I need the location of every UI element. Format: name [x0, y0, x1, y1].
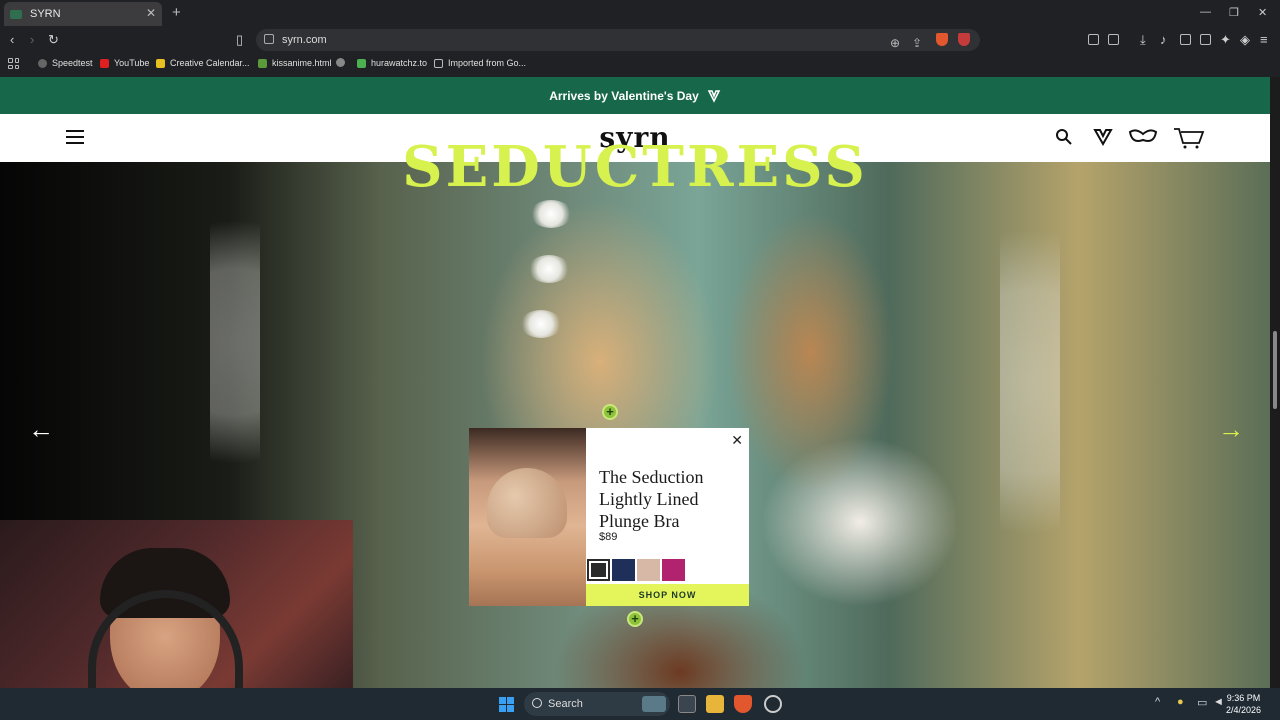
minimize-icon[interactable]: — — [1200, 6, 1211, 18]
network-icon[interactable]: ▭ — [1197, 696, 1207, 709]
browser-tab-bar: SYRN ✕ + — ❐ ✕ — [0, 0, 1280, 26]
youtube-icon — [100, 58, 109, 68]
brave-rewards-icon[interactable] — [958, 33, 970, 46]
brave-shields-icon[interactable] — [936, 33, 948, 46]
blurred-bulbs — [1000, 182, 1060, 582]
bookmark-imported-folder[interactable]: Imported from Go... — [434, 58, 526, 68]
microphone-icon[interactable]: ● — [1177, 696, 1184, 708]
task-view-icon[interactable] — [678, 695, 696, 713]
arrow-left-icon[interactable]: ← — [28, 414, 54, 445]
product-title[interactable]: The Seduction Lightly Lined Plunge Bra — [599, 466, 729, 532]
wallet-icon[interactable] — [1200, 34, 1211, 45]
back-icon[interactable]: ‹ — [10, 32, 14, 47]
tab-close-icon[interactable]: ✕ — [146, 6, 156, 20]
leo-ai-icon[interactable]: ✦ — [1220, 32, 1231, 48]
bookmark-globe[interactable] — [336, 58, 350, 67]
tray-chevron-icon[interactable]: ^ — [1155, 696, 1160, 708]
mirror-bulb — [528, 255, 570, 283]
product-hotspot-plus-icon[interactable]: + — [602, 404, 618, 420]
vpn-icon[interactable]: ◈ — [1240, 32, 1250, 48]
site-info-icon[interactable] — [264, 34, 274, 44]
scrollbar-thumb[interactable] — [1273, 331, 1277, 409]
bookmark-kissanime[interactable]: kissanime.html — [258, 58, 332, 68]
product-image[interactable] — [469, 428, 586, 606]
heart-icon — [707, 89, 721, 103]
speedtest-icon — [38, 58, 47, 68]
taskbar-search[interactable]: Search — [524, 692, 670, 716]
browser-tab[interactable]: SYRN ✕ — [4, 2, 162, 26]
windows-taskbar: Search ^ ● ▭ ◄ 9:36 PM 2/4/2026 — [0, 688, 1280, 720]
product-price: $89 — [599, 531, 618, 543]
swatch-magenta[interactable] — [662, 559, 685, 581]
promo-banner[interactable]: Arrives by Valentine's Day — [0, 77, 1270, 114]
file-explorer-icon[interactable] — [706, 695, 724, 713]
browser-toolbar: ‹ › ↻ ▯ syrn.com ⊕ ⇪ ⤓ ♪ ✦ ◈ ≡ — [0, 26, 1280, 54]
url-text: syrn.com — [282, 34, 327, 46]
zoom-icon[interactable]: ⊕ — [890, 32, 900, 54]
swatch-nude[interactable] — [637, 559, 660, 581]
bookmark-youtube[interactable]: YouTube — [100, 58, 149, 68]
reload-icon[interactable]: ↻ — [48, 32, 59, 48]
close-icon[interactable]: ✕ — [731, 432, 743, 449]
bookmark-hurawatch[interactable]: hurawatchz.to — [357, 58, 427, 68]
hero-title: SEDUCTRESS — [402, 134, 868, 200]
media-icon[interactable]: ♪ — [1160, 32, 1167, 47]
windows-start-icon[interactable] — [499, 697, 514, 712]
swatch-black[interactable] — [587, 559, 610, 581]
obs-icon[interactable] — [764, 695, 782, 713]
address-bar[interactable]: syrn.com ⊕ ⇪ — [256, 29, 980, 51]
apps-icon[interactable] — [8, 58, 19, 69]
calendar-icon — [156, 58, 165, 68]
volume-icon[interactable]: ◄ — [1213, 696, 1224, 708]
shop-now-button[interactable]: SHOP NOW — [586, 584, 749, 606]
download-icon[interactable]: ⤓ — [1140, 32, 1146, 48]
forward-icon[interactable]: › — [30, 32, 34, 47]
bookmark-creative-calendar[interactable]: Creative Calendar... — [156, 58, 250, 68]
globe-icon — [336, 58, 345, 67]
hurawatch-icon — [357, 58, 366, 68]
brave-browser-icon[interactable] — [734, 695, 752, 713]
restore-icon[interactable]: ❐ — [1229, 6, 1239, 19]
product-hotspot-plus-icon[interactable]: + — [627, 611, 643, 627]
clock-time: 9:36 PM — [1226, 693, 1261, 703]
share-icon[interactable]: ⇪ — [912, 32, 922, 54]
promo-text: Arrives by Valentine's Day — [549, 88, 699, 103]
search-icon — [532, 698, 542, 708]
bra-image — [487, 468, 567, 538]
arrow-right-icon[interactable]: → — [1218, 414, 1244, 445]
extensions-icon[interactable] — [1088, 34, 1099, 45]
taskbar-search-label: Search — [548, 698, 583, 710]
kissanime-icon — [258, 58, 267, 68]
syrn-favicon-icon — [10, 9, 22, 19]
search-highlight-icon — [642, 696, 666, 712]
color-swatches — [587, 559, 685, 581]
mirror-bulb — [520, 310, 562, 338]
mirror-bulb — [530, 200, 572, 228]
tab-groups-icon[interactable] — [1108, 34, 1119, 45]
tab-title: SYRN — [30, 8, 61, 20]
sidebar-icon[interactable] — [1180, 34, 1191, 45]
window-close-icon[interactable]: ✕ — [1258, 6, 1267, 19]
folder-icon — [434, 58, 443, 68]
blurred-bulbs — [210, 182, 260, 502]
page-scrollbar[interactable] — [1270, 77, 1280, 688]
bookmarks-bar: Speedtest YouTube Creative Calendar... k… — [0, 54, 1280, 74]
taskbar-clock[interactable]: 9:36 PM 2/4/2026 — [1226, 692, 1261, 716]
new-tab-button[interactable]: + — [172, 4, 181, 21]
product-quickview-popup: ✕ The Seduction Lightly Lined Plunge Bra… — [469, 428, 749, 606]
bookmark-speedtest[interactable]: Speedtest — [38, 58, 93, 68]
bookmark-page-icon[interactable]: ▯ — [236, 32, 243, 48]
swatch-navy[interactable] — [612, 559, 635, 581]
clock-date: 2/4/2026 — [1226, 705, 1262, 715]
menu-icon[interactable]: ≡ — [1260, 32, 1268, 47]
